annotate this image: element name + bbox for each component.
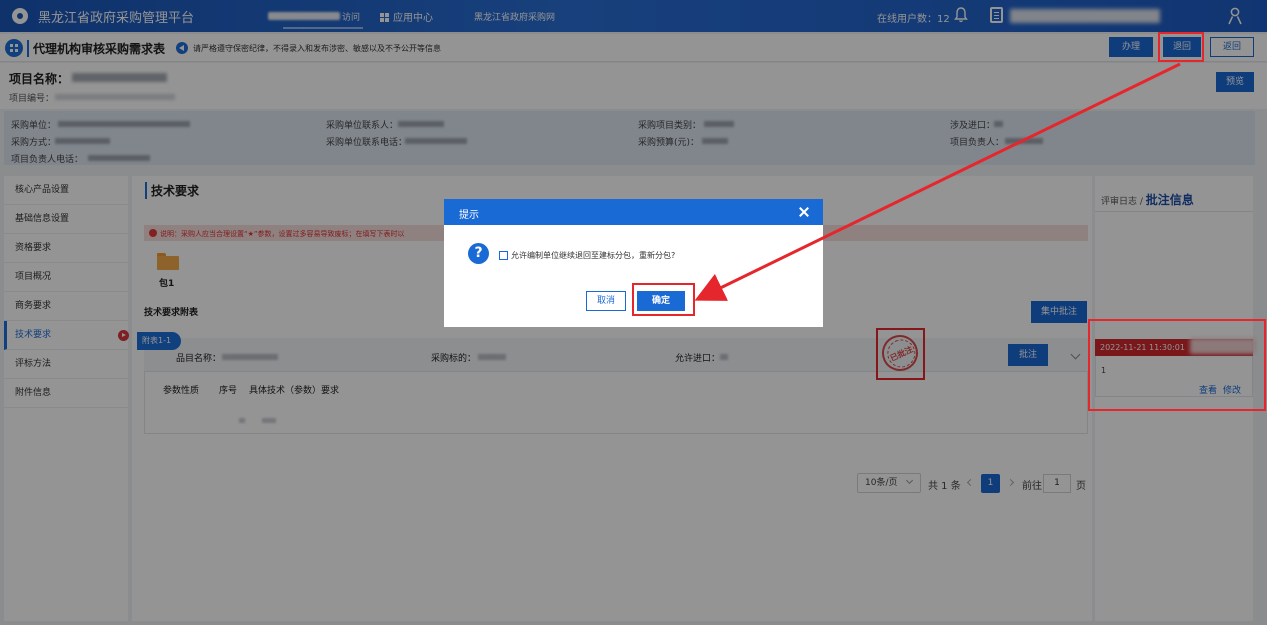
dialog-title: 提示: [459, 210, 479, 221]
dialog-header: 提示: [444, 199, 823, 225]
close-icon[interactable]: [798, 206, 810, 218]
dialog-message: 允许编制单位继续退回至建标分包，重新分包?: [511, 251, 676, 260]
question-icon: ?: [468, 243, 489, 264]
highlight-box-confirm: [632, 283, 695, 316]
highlight-box-log: [1088, 319, 1266, 411]
cancel-button[interactable]: 取消: [586, 291, 626, 311]
allow-return-checkbox[interactable]: [499, 251, 508, 260]
highlight-box-return: [1158, 32, 1204, 62]
